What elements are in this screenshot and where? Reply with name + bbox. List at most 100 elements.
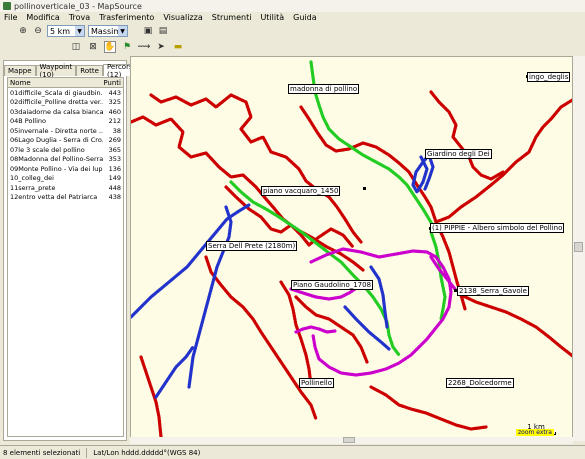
track-points: 353: [108, 155, 121, 164]
table-row[interactable]: 08Madonna del Pollino-Serra... 353: [8, 155, 123, 165]
track-points: 438: [108, 193, 121, 202]
track-points: 365: [108, 145, 121, 154]
track-name: 07le 3 scale del pollino: [10, 145, 85, 154]
map-label[interactable]: piano vacquaro_1450: [261, 186, 341, 196]
tab-mappe[interactable]: Mappe: [4, 65, 36, 76]
tracks-table: Nome Punti 01difficile_Scala di giaudbin…: [7, 77, 124, 437]
table-row[interactable]: 01difficile_Scala di giaudbin... 443: [8, 88, 123, 98]
track-points: 269: [108, 136, 121, 145]
table-header: Nome Punti: [8, 78, 123, 88]
scale-select-value: 5 km: [50, 26, 71, 36]
menu-utilita[interactable]: Utilità: [260, 13, 284, 22]
app-icon: [3, 2, 11, 10]
scrollbar-thumb[interactable]: [343, 437, 355, 443]
map-view[interactable]: madonna di pollino ingo_deglis Giardino …: [130, 56, 573, 441]
waypoint-tool-icon[interactable]: ⚑: [121, 41, 133, 53]
track-name: 04B Pollino: [10, 117, 46, 126]
column-header-name[interactable]: Nome: [8, 79, 103, 87]
menu-bar: File Modifica Trova Trasferimento Visual…: [0, 12, 585, 23]
zoom-extra-badge: zoom extra: [516, 429, 554, 436]
map-horizontal-scrollbar[interactable]: [130, 437, 573, 444]
menu-trasferimento[interactable]: Trasferimento: [99, 13, 154, 22]
track-red[interactable]: [149, 93, 363, 244]
track-blue[interactable]: [187, 205, 233, 389]
column-header-points[interactable]: Punti: [103, 79, 123, 87]
map-label[interactable]: ingo_deglis: [527, 72, 571, 82]
table-row[interactable]: 10_colleg_dei 149: [8, 174, 123, 184]
map-label[interactable]: Pollinello: [299, 378, 335, 388]
map-label[interactable]: 2268_Dolcedorme: [446, 378, 514, 388]
track-red[interactable]: [369, 385, 488, 431]
waypoint-marker[interactable]: [363, 187, 366, 190]
table-row[interactable]: 07le 3 scale del pollino 365: [8, 145, 123, 155]
select-tool-icon[interactable]: ◫: [70, 41, 82, 53]
track-blue[interactable]: [411, 153, 435, 194]
scrollbar-thumb[interactable]: [574, 242, 583, 252]
track-points: 149: [108, 174, 121, 183]
zoom-out-icon[interactable]: ⊖: [32, 25, 44, 37]
print-icon[interactable]: ▤: [157, 25, 169, 37]
measure-tool-icon[interactable]: ▬: [172, 41, 184, 53]
track-name: 05invernale - Diretta norte ...: [10, 126, 103, 135]
table-row[interactable]: 06Lago Duglia - Serra di Cro... 269: [8, 136, 123, 146]
map-label[interactable]: Giardino degli Dei: [425, 149, 492, 159]
menu-trova[interactable]: Trova: [69, 13, 90, 22]
track-red[interactable]: [429, 90, 505, 181]
route-tool-icon[interactable]: ⟿: [138, 41, 151, 53]
track-points: 38: [112, 126, 121, 135]
pointer-tool-icon[interactable]: ➤: [155, 41, 167, 53]
menu-strumenti[interactable]: Strumenti: [212, 13, 252, 22]
track-name: 06Lago Duglia - Serra di Cro...: [10, 136, 103, 145]
panel-tabs: Mappe Waypoint (10) Rotte Percorsi (12): [4, 63, 139, 79]
track-points: 136: [108, 164, 121, 173]
tab-waypoint[interactable]: Waypoint (10): [35, 63, 77, 79]
menu-modifica[interactable]: Modifica: [26, 13, 59, 22]
track-name: 11serra_prete: [10, 183, 56, 192]
track-points: 443: [108, 88, 121, 97]
track-blue[interactable]: [154, 345, 195, 399]
map-label[interactable]: 2138_Serra_Gavole: [457, 286, 529, 296]
track-points: 325: [108, 98, 121, 107]
table-row[interactable]: 12entro vetta del Patriarca 438: [8, 193, 123, 203]
hand-tool-icon[interactable]: ✋: [104, 41, 116, 53]
map-label[interactable]: Piano Gaudolino_1708: [291, 280, 374, 290]
menu-guida[interactable]: Guida: [293, 13, 316, 22]
track-points: 448: [108, 183, 121, 192]
tab-rotte[interactable]: Rotte: [76, 65, 103, 76]
menu-file[interactable]: File: [4, 13, 17, 22]
table-row[interactable]: 09Monte Pollino - Via dei lupi 136: [8, 164, 123, 174]
map-label[interactable]: (1) PIPPIE - Albero simbolo del Pollino: [430, 223, 565, 233]
zoom-tool-icon[interactable]: ⊠: [87, 41, 99, 53]
table-row[interactable]: 11serra_prete 448: [8, 183, 123, 193]
map-label[interactable]: madonna di pollino: [288, 84, 360, 94]
status-divider: [86, 447, 88, 458]
chevron-down-icon: ▼: [75, 26, 84, 36]
track-name: 10_colleg_dei: [10, 174, 54, 183]
table-row[interactable]: 02difficile_Polline dretta ver... 325: [8, 98, 123, 108]
window-title: pollinoverticale_03 - MapSource: [14, 1, 142, 11]
toolbar-main: ⊕ ⊖ 5 km ▼ Massimo ▼ ▣ ▤: [0, 23, 585, 39]
title-bar: pollinoverticale_03 - MapSource: [0, 0, 585, 12]
selection-status: 8 elementi selezionati: [3, 448, 81, 457]
track-magenta[interactable]: [294, 325, 337, 334]
map-label[interactable]: Serra Dell Prete (2180m): [206, 241, 298, 251]
status-bar: 8 elementi selezionati Lat/Lon hddd.dddd…: [0, 445, 585, 459]
table-row[interactable]: 04B Pollino 212: [8, 117, 123, 127]
track-name: 09Monte Pollino - Via dei lupi: [10, 164, 103, 173]
menu-visualizza[interactable]: Visualizza: [163, 13, 202, 22]
detail-select[interactable]: Massimo ▼: [88, 25, 128, 37]
track-red[interactable]: [139, 355, 163, 439]
track-name: 01difficile_Scala di giaudbin...: [10, 88, 103, 97]
track-magenta[interactable]: [289, 287, 357, 301]
scale-select[interactable]: 5 km ▼: [47, 25, 85, 37]
table-row[interactable]: 05invernale - Diretta norte ... 38: [8, 126, 123, 136]
track-name: 08Madonna del Pollino-Serra...: [10, 155, 103, 164]
track-red[interactable]: [434, 98, 573, 224]
track-points: 460: [108, 107, 121, 116]
track-red[interactable]: [459, 293, 573, 358]
table-row[interactable]: 03daiadorne da calsa bianca 460: [8, 107, 123, 117]
save-icon[interactable]: ▣: [142, 25, 154, 37]
chevron-down-icon: ▼: [118, 26, 127, 36]
zoom-in-icon[interactable]: ⊕: [17, 25, 29, 37]
map-vertical-scrollbar[interactable]: [573, 56, 585, 441]
